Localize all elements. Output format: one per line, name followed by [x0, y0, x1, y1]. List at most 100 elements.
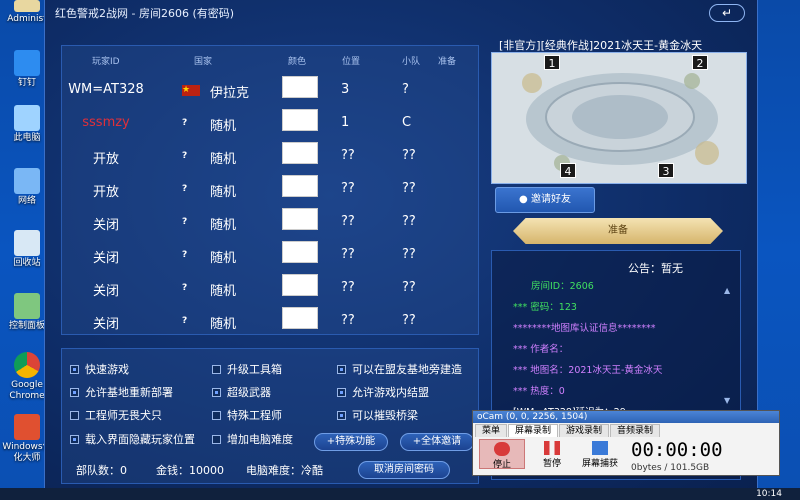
player-id[interactable]: sssmzy [62, 115, 150, 130]
country-select[interactable]: 随机 [210, 148, 236, 167]
team-select[interactable]: ?? [402, 280, 416, 295]
checkbox[interactable] [70, 435, 79, 444]
computer-icon [14, 105, 40, 131]
position-select[interactable]: ?? [341, 247, 355, 262]
player-row[interactable]: 开放? 随机???? [62, 140, 480, 173]
option-hide-positions[interactable]: 载入界面隐藏玩家位置 [70, 431, 195, 447]
option-superweapons[interactable]: 超级武器 [212, 384, 271, 400]
player-row[interactable]: 关闭? 随机???? [62, 239, 480, 272]
position-select[interactable]: ?? [341, 214, 355, 229]
checkbox[interactable] [70, 411, 79, 420]
position-select[interactable]: 3 [341, 82, 349, 97]
invite-friend-button[interactable]: ● 邀请好友 [495, 187, 595, 213]
team-select[interactable]: ?? [402, 313, 416, 328]
color-swatch[interactable] [282, 142, 318, 164]
color-swatch[interactable] [282, 109, 318, 131]
option-redeploy-base[interactable]: 允许基地重新部署 [70, 384, 173, 400]
option-build-near-ally[interactable]: 可以在盟友基地旁建造 [337, 361, 462, 377]
tab-menu[interactable]: 菜单 [475, 424, 508, 437]
checkbox[interactable] [337, 388, 346, 397]
chrome-icon [14, 352, 40, 378]
player-row[interactable]: 关闭? 随机???? [62, 206, 480, 239]
player-id[interactable]: 关闭 [62, 280, 150, 299]
country-select[interactable]: 随机 [210, 115, 236, 134]
player-id[interactable]: 开放 [62, 148, 150, 167]
option-destroy-bridges[interactable]: 可以摧毁桥梁 [337, 407, 418, 423]
position-select[interactable]: ?? [341, 280, 355, 295]
stop-button[interactable]: 停止 [479, 439, 525, 470]
flag-icon: ? [182, 151, 188, 161]
checkbox[interactable] [212, 365, 221, 374]
color-swatch[interactable] [282, 274, 318, 296]
country-select[interactable]: 随机 [210, 181, 236, 200]
color-swatch[interactable] [282, 241, 318, 263]
back-button[interactable]: ↵ [709, 4, 745, 22]
option-increase-ai-difficulty[interactable]: 增加电脑难度 [212, 431, 293, 447]
pause-button[interactable]: 暂停 [529, 439, 575, 469]
team-select[interactable]: C [402, 115, 411, 130]
tab-audio-record[interactable]: 音频录制 [610, 424, 661, 437]
map-terrain [492, 53, 746, 183]
country-select[interactable]: 随机 [210, 313, 236, 332]
option-engineer-dogs[interactable]: 工程师无畏犬只 [70, 407, 162, 423]
checkbox[interactable] [212, 435, 221, 444]
player-row[interactable]: 开放? 随机???? [62, 173, 480, 206]
position-select[interactable]: 1 [341, 115, 349, 130]
country-select[interactable]: 随机 [210, 247, 236, 266]
color-swatch[interactable] [282, 208, 318, 230]
control-panel-icon [14, 293, 40, 319]
monitor-icon [592, 441, 608, 455]
team-select[interactable]: ?? [402, 148, 416, 163]
map-preview[interactable]: 1 2 3 4 [491, 52, 747, 184]
map-slot-2[interactable]: 2 [692, 55, 708, 70]
team-select[interactable]: ?? [402, 247, 416, 262]
player-id[interactable]: WM=AT328 [62, 82, 150, 97]
screen-capture-button[interactable]: 屏幕捕获 [577, 439, 623, 469]
checkbox[interactable] [70, 365, 79, 374]
player-id[interactable]: 开放 [62, 181, 150, 200]
player-row[interactable]: 关闭? 随机???? [62, 305, 480, 338]
checkbox[interactable] [212, 411, 221, 420]
map-slot-1[interactable]: 1 [544, 55, 560, 70]
announcement: 公告：暂无 [628, 262, 683, 275]
player-row[interactable]: 关闭? 随机???? [62, 272, 480, 305]
flag-icon: ? [182, 184, 188, 194]
country-select[interactable]: 伊拉克 [210, 82, 249, 101]
option-special-engineer[interactable]: 特殊工程师 [212, 407, 282, 423]
tab-screen-record[interactable]: 屏幕录制 [508, 424, 559, 437]
checkbox[interactable] [337, 365, 346, 374]
checkbox[interactable] [70, 388, 79, 397]
option-quick-game[interactable]: 快速游戏 [70, 361, 129, 377]
checkbox[interactable] [212, 388, 221, 397]
checkbox[interactable] [337, 411, 346, 420]
invite-all-button[interactable]: +全体邀请 [400, 433, 474, 451]
country-select[interactable]: 随机 [210, 280, 236, 299]
option-upgrade-toolbox[interactable]: 升级工具箱 [212, 361, 282, 377]
team-select[interactable]: ?? [402, 181, 416, 196]
map-slot-3[interactable]: 3 [658, 163, 674, 178]
folder-icon [14, 0, 40, 12]
ready-button[interactable]: 准备 [513, 218, 723, 244]
color-swatch[interactable] [282, 307, 318, 329]
color-swatch[interactable] [282, 175, 318, 197]
position-select[interactable]: ?? [341, 313, 355, 328]
team-select[interactable]: ? [402, 82, 409, 97]
position-select[interactable]: ?? [341, 181, 355, 196]
cancel-room-password-button[interactable]: 取消房间密码 [358, 461, 450, 479]
scroll-down-icon[interactable]: ▼ [724, 396, 730, 405]
log-line: *** 热度：0 [513, 386, 565, 397]
scroll-up-icon[interactable]: ▲ [724, 286, 730, 295]
player-row[interactable]: WM=AT328 ★ 伊拉克 3? [62, 74, 480, 107]
player-id[interactable]: 关闭 [62, 214, 150, 233]
country-select[interactable]: 随机 [210, 214, 236, 233]
option-in-game-alliance[interactable]: 允许游戏内结盟 [337, 384, 429, 400]
special-features-button[interactable]: +特殊功能 [314, 433, 388, 451]
map-slot-4[interactable]: 4 [560, 163, 576, 178]
player-row[interactable]: sssmzy? 随机 1 C [62, 107, 480, 140]
position-select[interactable]: ?? [341, 148, 355, 163]
team-select[interactable]: ?? [402, 214, 416, 229]
tab-game-record[interactable]: 游戏录制 [559, 424, 610, 437]
color-swatch[interactable] [282, 76, 318, 98]
player-id[interactable]: 关闭 [62, 313, 150, 332]
player-id[interactable]: 关闭 [62, 247, 150, 266]
